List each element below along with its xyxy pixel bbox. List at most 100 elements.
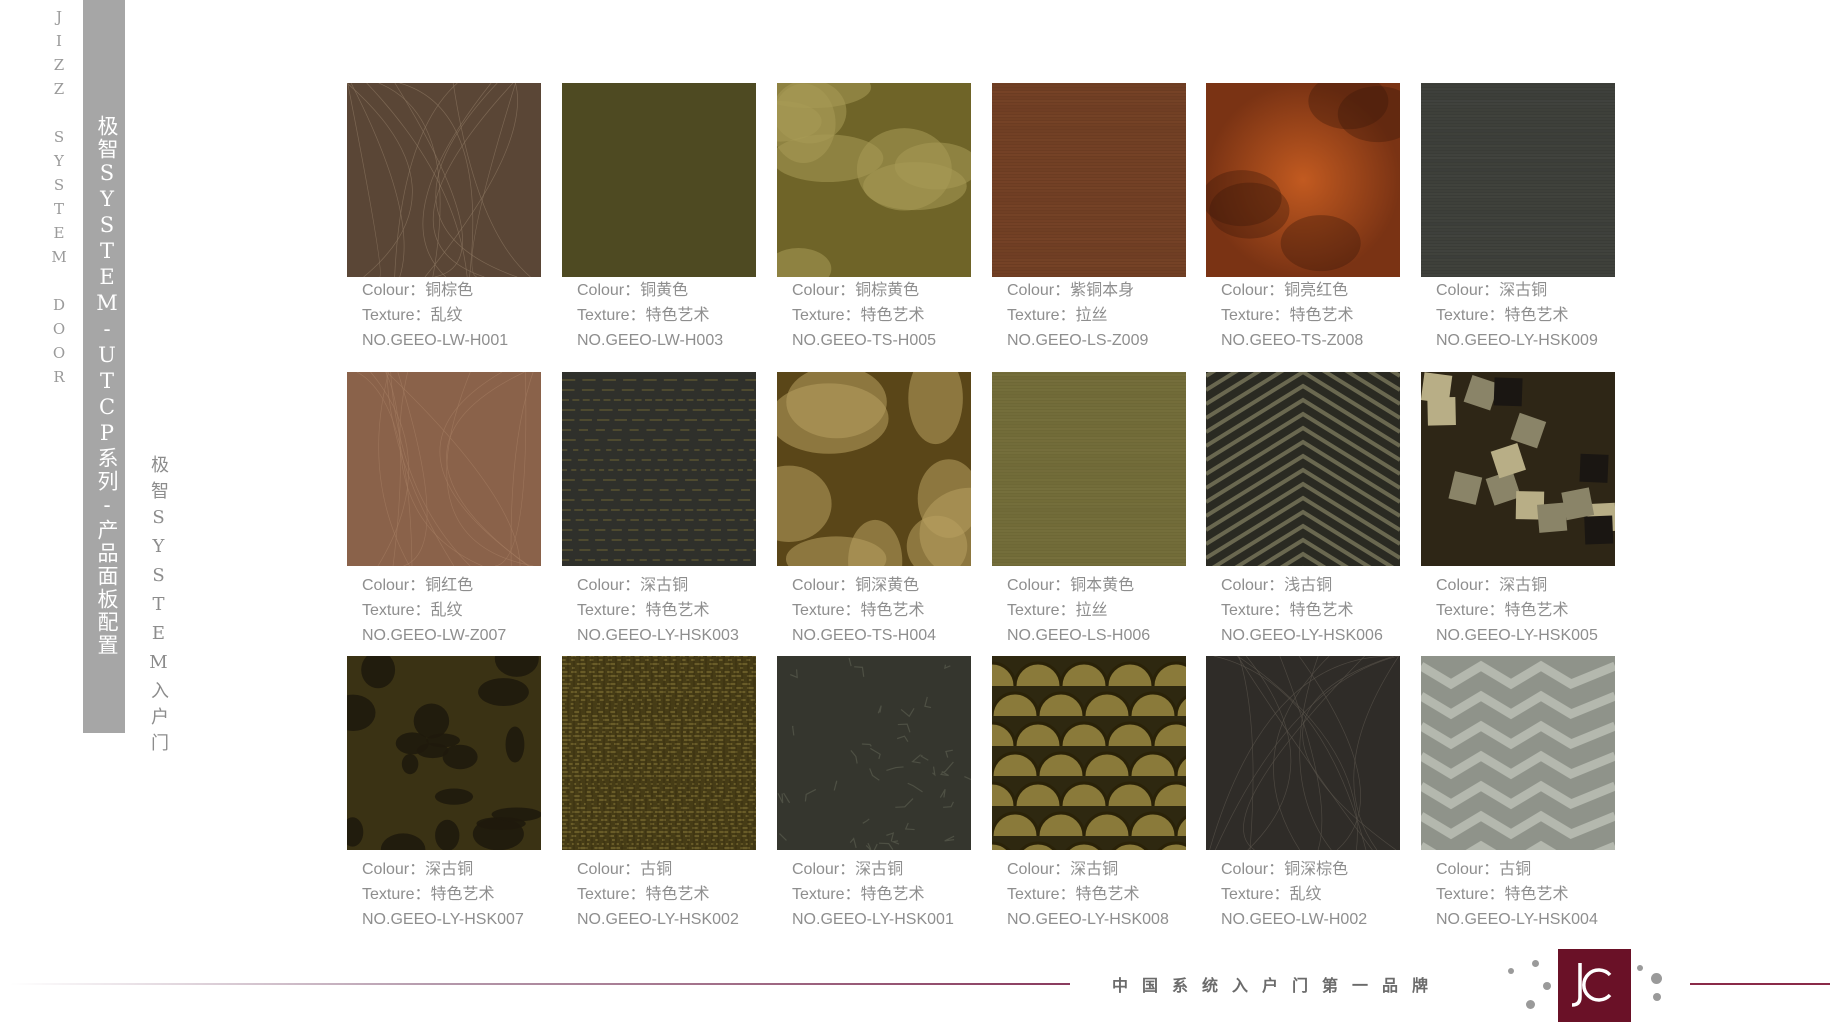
swatch-texture: Texture：特色艺术 [577, 886, 710, 903]
swatch-caption: Colour：铜本黄色 Texture：拉丝 NO.GEEO-LS-H006 [1007, 573, 1207, 648]
swatch-caption: Colour：铜深棕色 Texture：乱纹 NO.GEEO-LW-H002 [1221, 857, 1421, 932]
sub-title: 极智SYSTEM入户门 [148, 455, 169, 759]
swatch-caption: Colour：铜红色 Texture：乱纹 NO.GEEO-LW-Z007 [362, 573, 562, 648]
swatch-code: NO.GEEO-LY-HSK007 [362, 911, 524, 928]
swatch-texture: Texture：特色艺术 [792, 602, 925, 619]
swatch-texture: Texture：特色艺术 [792, 886, 925, 903]
swatch-colour: Colour：铜深棕色 [1221, 861, 1349, 878]
swatch-caption: Colour：深古铜 Texture：特色艺术 NO.GEEO-LY-HSK009 [1436, 278, 1636, 353]
swatch-code: NO.GEEO-LY-HSK005 [1436, 627, 1598, 644]
footer-rule-left [10, 983, 1070, 985]
swatch-code: NO.GEEO-LS-H006 [1007, 627, 1151, 644]
swatch-code: NO.GEEO-LY-HSK008 [1007, 911, 1169, 928]
swatch-colour: Colour：深古铜 [1436, 282, 1548, 299]
logo-dot [1508, 968, 1514, 974]
logo-dot [1526, 1000, 1535, 1009]
swatch-caption: Colour：浅古铜 Texture：特色艺术 NO.GEEO-LY-HSK006 [1221, 573, 1421, 648]
swatch-caption: Colour：铜黄色 Texture：特色艺术 NO.GEEO-LW-H003 [577, 278, 777, 353]
swatch-colour: Colour：深古铜 [1436, 577, 1548, 594]
swatch-caption: Colour：深古铜 Texture：特色艺术 NO.GEEO-LY-HSK001 [792, 857, 992, 932]
material-swatch [1421, 82, 1615, 277]
logo-dot [1651, 973, 1662, 984]
material-swatch [739, 66, 979, 290]
swatch-colour: Colour：铜黄色 [577, 282, 689, 299]
swatch-caption: Colour：铜亮红色 Texture：特色艺术 NO.GEEO-TS-Z008 [1221, 278, 1421, 353]
swatch-colour: Colour：铜红色 [362, 577, 474, 594]
swatch-code: NO.GEEO-TS-H005 [792, 332, 937, 349]
swatch-caption: Colour：古铜 Texture：特色艺术 NO.GEEO-LY-HSK002 [577, 857, 777, 932]
material-swatch [746, 352, 1021, 603]
swatch-code: NO.GEEO-LY-HSK003 [577, 627, 739, 644]
swatch-texture: Texture：特色艺术 [792, 307, 925, 324]
material-swatch [562, 372, 756, 566]
swatch-colour: Colour：铜本黄色 [1007, 577, 1135, 594]
swatch-code: NO.GEEO-LW-H002 [1221, 911, 1368, 928]
swatch-texture: Texture：特色艺术 [1436, 307, 1569, 324]
swatch-texture: Texture：乱纹 [1221, 886, 1322, 903]
swatch-texture: Texture：乱纹 [362, 602, 463, 619]
material-swatch [777, 656, 979, 854]
logo-dot [1532, 960, 1539, 967]
swatch-code: NO.GEEO-LY-HSK006 [1221, 627, 1383, 644]
swatch-caption: Colour：古铜 Texture：特色艺术 NO.GEEO-LY-HSK004 [1436, 857, 1636, 932]
swatch-colour: Colour：深古铜 [1007, 861, 1119, 878]
material-swatch [1201, 73, 1418, 277]
footer-rule-right [1690, 983, 1830, 985]
footer-tagline: 中国系统入户门第一品牌 [1112, 978, 1443, 995]
swatch-caption: Colour：铜棕黄色 Texture：特色艺术 NO.GEEO-TS-H005 [792, 278, 992, 353]
swatch-code: NO.GEEO-LW-Z007 [362, 627, 507, 644]
material-swatch [992, 82, 1186, 277]
swatch-colour: Colour：浅古铜 [1221, 577, 1333, 594]
swatch-caption: Colour：深古铜 Texture：特色艺术 NO.GEEO-LY-HSK003 [577, 573, 777, 648]
logo-dot [1653, 993, 1661, 1001]
swatch-texture: Texture：特色艺术 [1221, 602, 1354, 619]
material-swatch [967, 656, 1224, 867]
swatch-texture: Texture：特色艺术 [1007, 886, 1140, 903]
brand-logo [1558, 949, 1631, 1022]
swatch-caption: Colour：铜棕色 Texture：乱纹 NO.GEEO-LW-H001 [362, 278, 562, 353]
material-swatch [562, 83, 756, 277]
material-swatch [347, 371, 541, 567]
swatch-texture: Texture：特色艺术 [577, 307, 710, 324]
swatch-caption: Colour：深古铜 Texture：特色艺术 NO.GEEO-LY-HSK008 [1007, 857, 1207, 932]
logo-dot [1637, 965, 1643, 971]
swatch-caption: Colour：深古铜 Texture：特色艺术 NO.GEEO-LY-HSK007 [362, 857, 562, 932]
swatch-code: NO.GEEO-LY-HSK004 [1436, 911, 1598, 928]
swatch-texture: Texture：乱纹 [362, 307, 463, 324]
swatch-texture: Texture：特色艺术 [1436, 602, 1569, 619]
swatch-texture: Texture：特色艺术 [1221, 307, 1354, 324]
swatch-texture: Texture：特色艺术 [1436, 886, 1569, 903]
swatch-colour: Colour：古铜 [577, 861, 673, 878]
swatch-caption: Colour：紫铜本身 Texture：拉丝 NO.GEEO-LS-Z009 [1007, 278, 1207, 353]
swatch-code: NO.GEEO-TS-Z008 [1221, 332, 1364, 349]
swatch-colour: Colour：铜棕色 [362, 282, 474, 299]
material-swatch [561, 655, 756, 850]
swatch-code: NO.GEEO-LW-H003 [577, 332, 724, 349]
swatch-caption: Colour：铜深黄色 Texture：特色艺术 NO.GEEO-TS-H004 [792, 573, 992, 648]
material-swatch [1418, 656, 1617, 870]
swatch-code: NO.GEEO-LY-HSK002 [577, 911, 739, 928]
swatch-colour: Colour：铜深黄色 [792, 577, 920, 594]
swatch-texture: Texture：拉丝 [1007, 602, 1108, 619]
swatch-colour: Colour：古铜 [1436, 861, 1532, 878]
swatch-code: NO.GEEO-TS-H004 [792, 627, 937, 644]
swatch-code: NO.GEEO-LY-HSK001 [792, 911, 954, 928]
material-swatch [1206, 655, 1400, 851]
material-swatch [992, 371, 1186, 566]
swatch-code: NO.GEEO-LW-H001 [362, 332, 509, 349]
swatch-colour: Colour：铜棕黄色 [792, 282, 920, 299]
material-swatch [1204, 285, 1402, 644]
series-title: 极智SYSTEM-UTCP系列-产品面板配置 [95, 115, 119, 657]
swatch-texture: Texture：特色艺术 [362, 886, 495, 903]
swatch-texture: Texture：特色艺术 [577, 602, 710, 619]
swatch-texture: Texture：拉丝 [1007, 307, 1108, 324]
logo-dot [1543, 982, 1551, 990]
swatch-colour: Colour：紫铜本身 [1007, 282, 1135, 299]
swatch-colour: Colour：深古铜 [792, 861, 904, 878]
swatch-code: NO.GEEO-LY-HSK009 [1436, 332, 1598, 349]
swatch-caption: Colour：深古铜 Texture：特色艺术 NO.GEEO-LY-HSK005 [1436, 573, 1636, 648]
swatch-colour: Colour：深古铜 [577, 577, 689, 594]
material-swatch [346, 82, 541, 278]
swatch-code: NO.GEEO-LS-Z009 [1007, 332, 1149, 349]
brand-vertical-text: JIZZ SYSTEM DOOR [50, 8, 68, 392]
